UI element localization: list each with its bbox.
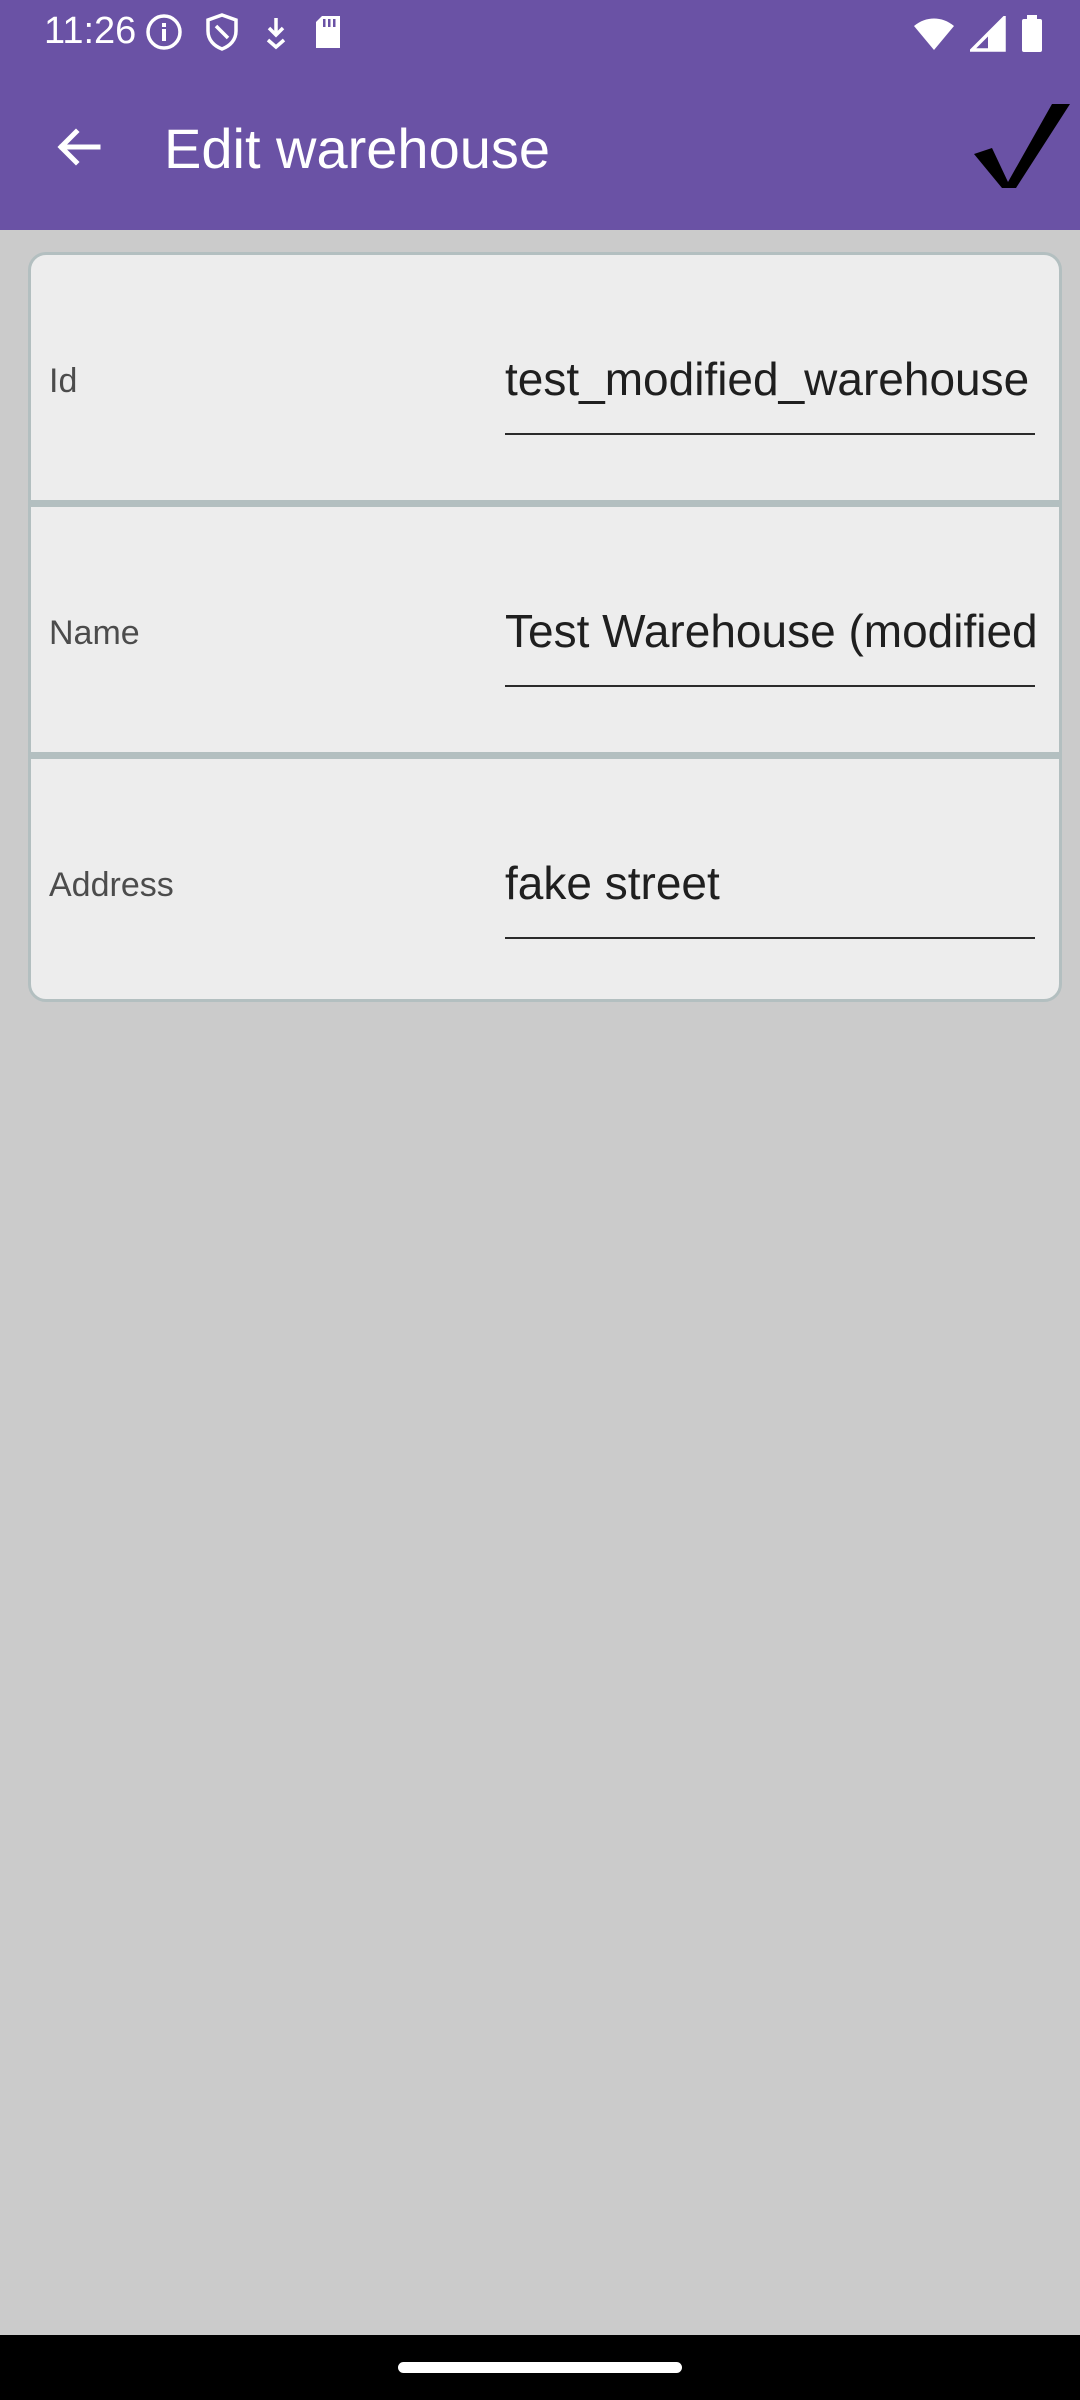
id-row: Id	[31, 255, 1059, 500]
battery-icon	[1020, 14, 1044, 54]
wifi-icon	[912, 16, 956, 52]
checkmark-icon	[974, 104, 1070, 188]
back-button[interactable]	[38, 106, 120, 188]
app-bar: 11:26 Edit warehouse	[0, 0, 1080, 230]
toolbar-title: Edit warehouse	[164, 117, 551, 180]
info-icon	[144, 12, 184, 52]
warehouse-form-card: Id Name Address	[28, 252, 1062, 1002]
status-icons-right	[912, 14, 1044, 54]
signal-icon	[970, 16, 1006, 52]
shield-icon	[204, 12, 240, 52]
download-icon	[260, 12, 292, 52]
status-icons-left	[144, 12, 344, 52]
status-time: 11:26	[44, 10, 137, 52]
status-bar: 11:26	[0, 0, 1080, 62]
id-input[interactable]	[505, 325, 1035, 435]
save-button[interactable]	[972, 96, 1072, 202]
row-divider	[31, 752, 1059, 759]
address-input[interactable]	[505, 829, 1035, 939]
arrow-left-icon	[57, 128, 101, 166]
address-label: Address	[49, 866, 174, 904]
name-input[interactable]	[505, 577, 1035, 687]
row-divider	[31, 500, 1059, 507]
name-row: Name	[31, 507, 1059, 752]
home-indicator[interactable]	[398, 2362, 682, 2373]
name-label: Name	[49, 614, 140, 652]
id-label: Id	[49, 362, 78, 400]
address-row: Address	[31, 759, 1059, 999]
sd-card-icon	[312, 12, 344, 52]
